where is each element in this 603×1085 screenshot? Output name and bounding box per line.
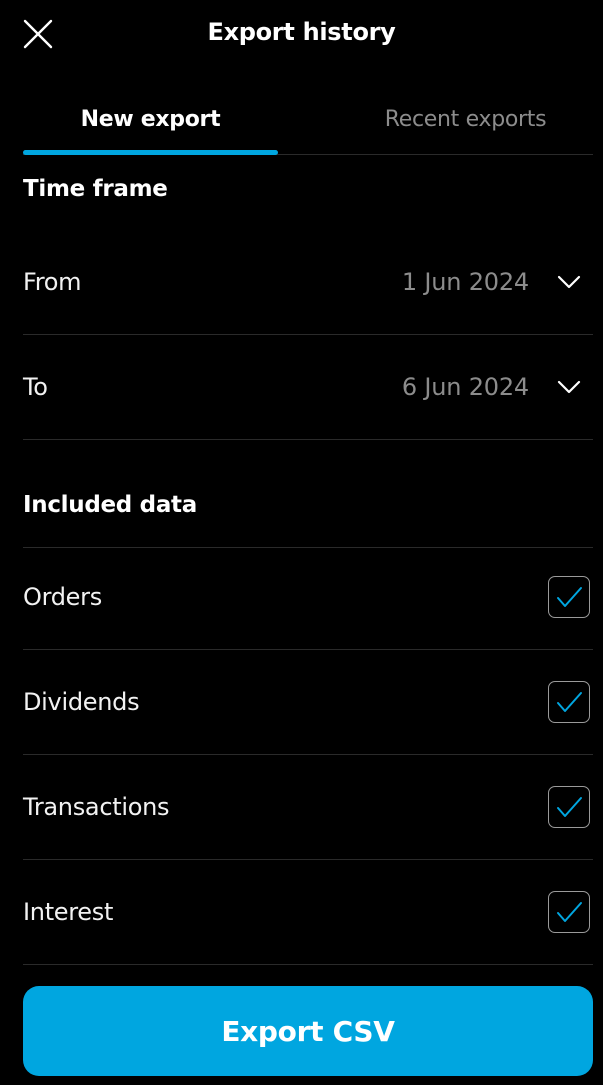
from-date-row[interactable]: From 1 Jun 2024 xyxy=(23,230,593,335)
tab-label: New export xyxy=(80,106,221,132)
included-item-interest[interactable]: Interest xyxy=(23,860,593,965)
from-label: From xyxy=(23,268,82,296)
included-item-transactions[interactable]: Transactions xyxy=(23,755,593,860)
header: Export history xyxy=(0,0,603,70)
active-tab-indicator xyxy=(23,150,278,155)
tab-label: Recent exports xyxy=(384,106,547,132)
item-label: Transactions xyxy=(23,793,170,821)
chevron-down-icon[interactable] xyxy=(553,266,585,298)
included-data-heading: Included data xyxy=(23,492,197,518)
page-title: Export history xyxy=(207,18,396,46)
from-date-value: 1 Jun 2024 xyxy=(401,268,529,296)
included-item-dividends[interactable]: Dividends xyxy=(23,650,593,755)
included-item-orders[interactable]: Orders xyxy=(23,545,593,650)
item-label: Dividends xyxy=(23,688,140,716)
interest-checkbox[interactable] xyxy=(548,891,590,933)
time-frame-heading: Time frame xyxy=(23,176,168,202)
item-label: Orders xyxy=(23,583,102,611)
checkmark-icon xyxy=(557,692,582,712)
item-label: Interest xyxy=(23,898,114,926)
checkmark-icon xyxy=(557,797,582,817)
tab-bar: New export Recent exports xyxy=(23,84,593,155)
transactions-checkbox[interactable] xyxy=(548,786,590,828)
to-date-value: 6 Jun 2024 xyxy=(401,373,529,401)
tab-new-export[interactable]: New export xyxy=(23,84,278,155)
orders-checkbox[interactable] xyxy=(548,576,590,618)
dividends-checkbox[interactable] xyxy=(548,681,590,723)
tab-recent-exports[interactable]: Recent exports xyxy=(338,84,593,154)
to-label: To xyxy=(23,373,48,401)
chevron-down-icon[interactable] xyxy=(553,371,585,403)
checkmark-icon xyxy=(557,902,582,922)
export-csv-button[interactable]: Export CSV xyxy=(23,986,593,1076)
checkmark-icon xyxy=(557,587,582,607)
to-date-row[interactable]: To 6 Jun 2024 xyxy=(23,335,593,440)
